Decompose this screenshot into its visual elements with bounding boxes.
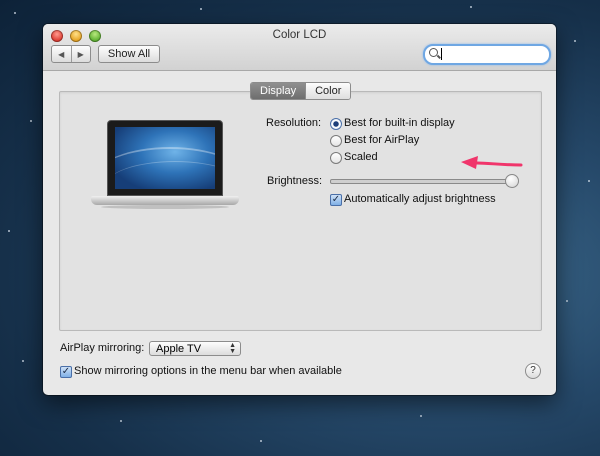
annotation-arrow-icon — [461, 156, 523, 169]
checkmark-icon: ✓ — [61, 366, 71, 377]
search-field[interactable] — [423, 44, 551, 65]
checkmark-icon: ✓ — [331, 194, 341, 205]
resolution-label: Resolution: — [266, 117, 322, 129]
radio-best-for-airplay[interactable] — [330, 135, 342, 147]
laptop-icon — [91, 120, 239, 212]
airplay-mirroring-value: Apple TV — [156, 342, 202, 355]
airplay-mirroring-label: AirPlay mirroring: — [60, 342, 145, 354]
titlebar: Color LCD ◀ ▶ Show All — [43, 24, 556, 71]
show-all-button[interactable]: Show All — [98, 45, 160, 63]
help-button[interactable]: ? — [525, 363, 541, 379]
brightness-slider-knob[interactable] — [505, 174, 519, 188]
window-title: Color LCD — [272, 29, 327, 41]
auto-brightness-label[interactable]: Automatically adjust brightness — [344, 193, 496, 205]
tab-display[interactable]: Display — [251, 83, 306, 99]
show-mirroring-label[interactable]: Show mirroring options in the menu bar w… — [74, 365, 342, 377]
preferences-window: Color LCD ◀ ▶ Show All Display Color Res… — [43, 24, 556, 395]
brightness-label: Brightness: — [267, 175, 323, 187]
tab-color[interactable]: Color — [305, 83, 351, 99]
brightness-slider-track[interactable] — [330, 179, 514, 184]
auto-brightness-checkbox[interactable]: ✓ — [330, 194, 342, 206]
back-button[interactable]: ◀ — [52, 46, 72, 62]
radio-label-best-for-airplay[interactable]: Best for AirPlay — [344, 134, 419, 146]
radio-label-best-for-built-in[interactable]: Best for built-in display — [344, 117, 455, 129]
popup-arrows-icon: ▲ ▼ — [229, 342, 236, 355]
radio-label-scaled[interactable]: Scaled — [344, 151, 378, 163]
show-mirroring-checkbox[interactable]: ✓ — [60, 366, 72, 378]
radio-best-for-built-in[interactable] — [330, 118, 342, 130]
tab-bar: Display Color — [250, 82, 352, 100]
text-caret — [441, 48, 442, 60]
forward-button[interactable]: ▶ — [72, 46, 91, 62]
airplay-mirroring-popup[interactable]: Apple TV ▲ ▼ — [149, 341, 241, 356]
nav-segmented-control: ◀ ▶ — [51, 45, 91, 63]
search-icon — [429, 48, 438, 57]
radio-scaled[interactable] — [330, 152, 342, 164]
